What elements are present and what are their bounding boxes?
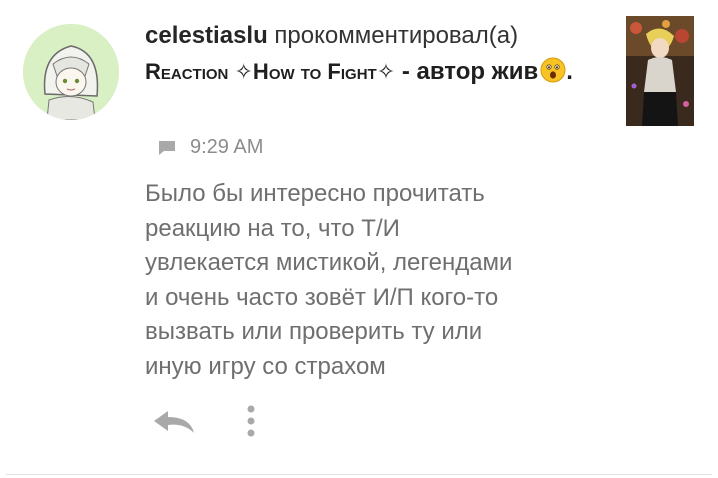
reply-arrow-icon[interactable] xyxy=(152,407,196,435)
astonished-face-emoji-icon xyxy=(540,57,566,83)
avatar-image xyxy=(23,24,119,120)
comment-action-text: прокомментировал(а) xyxy=(274,22,519,49)
comment-meta: 9:29 AM xyxy=(158,136,263,159)
story-cover-image xyxy=(626,16,694,126)
divider xyxy=(6,474,712,475)
username-link[interactable]: celestiaslu xyxy=(145,22,268,49)
comment-time: 9:29 AM xyxy=(190,136,264,158)
story-title-end: . xyxy=(566,58,573,85)
story-cover[interactable] xyxy=(626,16,694,126)
comment-body: Было бы интересно прочитать реакцию на т… xyxy=(145,180,513,380)
story-title-link[interactable]: Reaction ✧How to Fight✧ - автор жив . xyxy=(145,57,573,85)
user-avatar[interactable] xyxy=(23,24,119,120)
speech-bubble-icon xyxy=(159,140,175,155)
story-title-caps: Reaction ✧How to Fight✧ xyxy=(145,59,396,84)
comment-actions xyxy=(152,404,256,438)
comment-header: celestiaslu прокомментировал(а) Reaction… xyxy=(145,18,605,90)
story-title-rest: - автор жив xyxy=(401,58,539,85)
vertical-dots-icon[interactable] xyxy=(246,404,256,438)
